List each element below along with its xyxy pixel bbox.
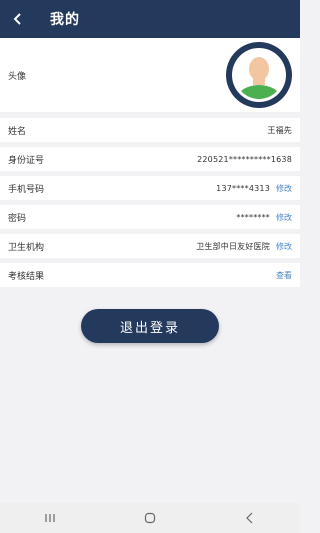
recent-apps-button[interactable] bbox=[30, 503, 70, 533]
user-avatar-icon bbox=[232, 48, 286, 102]
row-value: ******** bbox=[236, 212, 270, 222]
row-label: 卫生机构 bbox=[8, 242, 45, 253]
row-phone: 手机号码 137****4313 修改 bbox=[0, 176, 300, 200]
row-label: 手机号码 bbox=[8, 184, 45, 195]
edit-institution-link[interactable]: 修改 bbox=[276, 241, 292, 252]
page-title: 我的 bbox=[50, 12, 80, 28]
home-icon bbox=[144, 512, 156, 524]
system-nav-bar bbox=[0, 503, 300, 533]
avatar-row[interactable]: 头像 bbox=[0, 38, 300, 118]
row-value: 卫生部中日友好医院 bbox=[196, 241, 270, 251]
edit-phone-link[interactable]: 修改 bbox=[276, 183, 292, 194]
view-assessment-link[interactable]: 查看 bbox=[276, 270, 292, 281]
chevron-left-icon bbox=[13, 13, 21, 25]
row-label: 密码 bbox=[8, 213, 27, 224]
row-name: 姓名 王福先 bbox=[0, 118, 300, 142]
profile-list: 头像 姓名 王福先 身份证号 220521**********1638 手机号码… bbox=[0, 38, 300, 292]
avatar-label: 头像 bbox=[8, 71, 27, 82]
row-value: 220521**********1638 bbox=[197, 154, 292, 164]
logout-button[interactable]: 退出登录 bbox=[81, 309, 219, 343]
row-label: 姓名 bbox=[8, 126, 27, 137]
row-id-number: 身份证号 220521**********1638 bbox=[0, 147, 300, 171]
row-label: 身份证号 bbox=[8, 155, 45, 166]
row-value: 王福先 bbox=[267, 125, 292, 135]
avatar[interactable] bbox=[226, 42, 292, 108]
edit-password-link[interactable]: 修改 bbox=[276, 212, 292, 223]
top-bar: 我的 bbox=[0, 0, 300, 38]
home-button[interactable] bbox=[130, 503, 170, 533]
recent-apps-icon bbox=[45, 514, 55, 522]
system-back-button[interactable] bbox=[230, 503, 270, 533]
row-value: 137****4313 bbox=[216, 183, 270, 193]
back-arrow-icon bbox=[246, 512, 253, 524]
back-button[interactable] bbox=[0, 0, 36, 38]
row-assessment: 考核结果 查看 bbox=[0, 263, 300, 287]
row-password: 密码 ******** 修改 bbox=[0, 205, 300, 229]
row-label: 考核结果 bbox=[8, 271, 45, 282]
row-institution: 卫生机构 卫生部中日友好医院 修改 bbox=[0, 234, 300, 258]
